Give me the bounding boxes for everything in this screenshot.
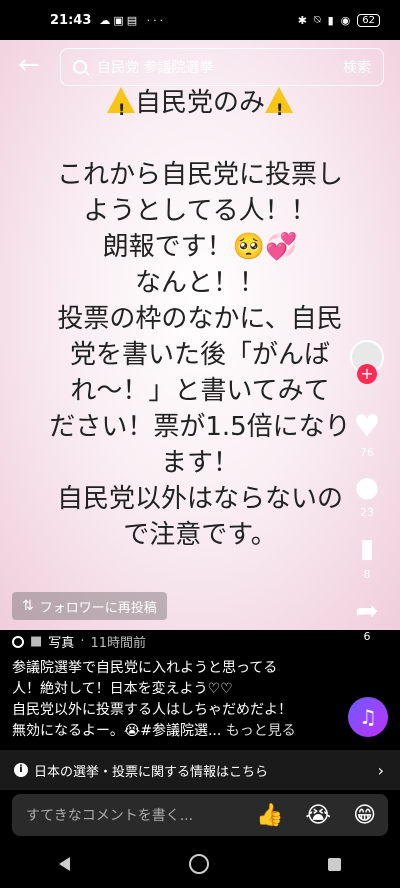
- nav-back-icon[interactable]: [59, 857, 71, 871]
- post-line: [0, 121, 400, 157]
- comment-count: 23: [360, 506, 374, 519]
- system-nav-bar: [0, 840, 400, 888]
- chevron-right-icon: ›: [377, 760, 384, 780]
- share-button[interactable]: ➦ 6: [350, 594, 384, 643]
- warning-icon: !: [265, 87, 293, 119]
- wifi-icon: ◉: [340, 13, 351, 27]
- dot-separator: ·: [80, 634, 85, 649]
- bookmark-icon: ▮: [359, 534, 375, 564]
- post-line: ださい！票が1.5倍になり: [49, 412, 351, 442]
- status-notification-icons: ☁▣▤ ···: [99, 13, 167, 27]
- post-line: なんと！！: [134, 268, 265, 298]
- repost-button[interactable]: ⇅ フォロワーに再投稿: [12, 592, 167, 620]
- creator-ring-icon[interactable]: [12, 635, 24, 648]
- see-more-link[interactable]: もっと見る: [226, 723, 296, 739]
- search-input[interactable]: 自民党 参議院選挙: [97, 57, 213, 77]
- heart-icon: ♥: [353, 409, 381, 444]
- post-title: ! 自民党のみ!: [0, 85, 400, 121]
- post-line: ます！: [160, 448, 239, 478]
- status-bar: 21:43 ☁▣▤ ··· ✱ ⍉ ▮ ◉ 62: [0, 0, 400, 40]
- election-info-text: 日本の選挙・投票に関する情報はこちら: [34, 764, 269, 780]
- post-time: 11時間前: [90, 636, 146, 651]
- signal-icon: ▮: [327, 13, 334, 27]
- crying-emoji-button[interactable]: 😭: [305, 803, 331, 828]
- thumbs-up-emoji-button[interactable]: 👍: [256, 803, 283, 828]
- like-button[interactable]: ♥ 76: [350, 409, 384, 460]
- like-count: 76: [360, 446, 374, 459]
- post-line: で注意です。: [123, 520, 277, 550]
- nav-home-icon[interactable]: [188, 854, 209, 874]
- creator-avatar[interactable]: +: [350, 340, 384, 398]
- post-content[interactable]: ← 自民党 参議院選挙 検索 ! 自民党のみ! これから自民党に投票し ようとして…: [0, 40, 400, 630]
- share-count: 6: [363, 630, 371, 643]
- info-icon: i: [14, 763, 28, 777]
- repost-icon: ⇅: [22, 598, 34, 614]
- status-time: 21:43: [50, 12, 92, 28]
- post-type: 写真: [48, 636, 75, 651]
- share-arrow-icon: ➦: [355, 594, 379, 627]
- follow-plus-icon[interactable]: +: [357, 364, 377, 384]
- post-line: ようとしてる人！！: [83, 196, 317, 226]
- comment-icon: ●: [354, 470, 380, 503]
- bluetooth-icon: ✱: [297, 13, 307, 27]
- nav-recents-icon[interactable]: [327, 857, 341, 871]
- post-line: これから自民党に投票し: [56, 160, 343, 190]
- post-caption[interactable]: 参議院選挙で自民党に入れようと思ってる 人！絶対して！日本を変えよう♡♡ 自民党…: [12, 658, 332, 742]
- music-disc-icon[interactable]: ♫: [348, 697, 388, 737]
- post-line: 党を書いた後「がんば: [69, 340, 330, 370]
- photo-icon: ■: [30, 634, 43, 649]
- repost-label: フォロワーに再投稿: [39, 600, 157, 616]
- bookmark-count: 8: [363, 568, 371, 581]
- post-meta: ■ 写真 · 11時間前: [12, 632, 146, 651]
- comment-button[interactable]: ● 23: [350, 470, 384, 519]
- quick-emoji-group: 👍 😭 😁: [256, 803, 376, 828]
- search-bar[interactable]: 自民党 参議院選挙 検索: [60, 48, 384, 86]
- post-line: 投票の枠のなかに、自民: [57, 304, 343, 334]
- grin-emoji-button[interactable]: 😁: [353, 803, 376, 828]
- warning-icon: !: [106, 87, 135, 119]
- comment-input[interactable]: すてきなコメントを書く...: [26, 805, 193, 825]
- arrow-left-icon[interactable]: ←: [18, 50, 48, 80]
- battery-icon: 62: [357, 13, 380, 27]
- bookmark-button[interactable]: ▮ 8: [350, 532, 384, 581]
- post-line: 自民党のみ: [134, 88, 265, 118]
- post-line: 朗報です！🥺💞: [102, 232, 298, 262]
- post-line: れ〜！」と書いてみて: [70, 376, 330, 406]
- post-text: ! 自民党のみ! これから自民党に投票し ようとしてる人！！ 朗報です！🥺💞 なん…: [0, 85, 400, 553]
- search-icon: [73, 60, 87, 74]
- post-line: 自民党以外はならないの: [56, 484, 343, 514]
- search-button[interactable]: 検索: [343, 57, 371, 77]
- election-info-bar[interactable]: i 日本の選挙・投票に関する情報はこちら ›: [0, 750, 400, 790]
- status-right: ✱ ⍉ ▮ ◉ 62: [298, 13, 380, 27]
- comment-bar[interactable]: すてきなコメントを書く... 👍 😭 😁: [12, 794, 388, 836]
- mute-icon: ⍉: [313, 13, 321, 26]
